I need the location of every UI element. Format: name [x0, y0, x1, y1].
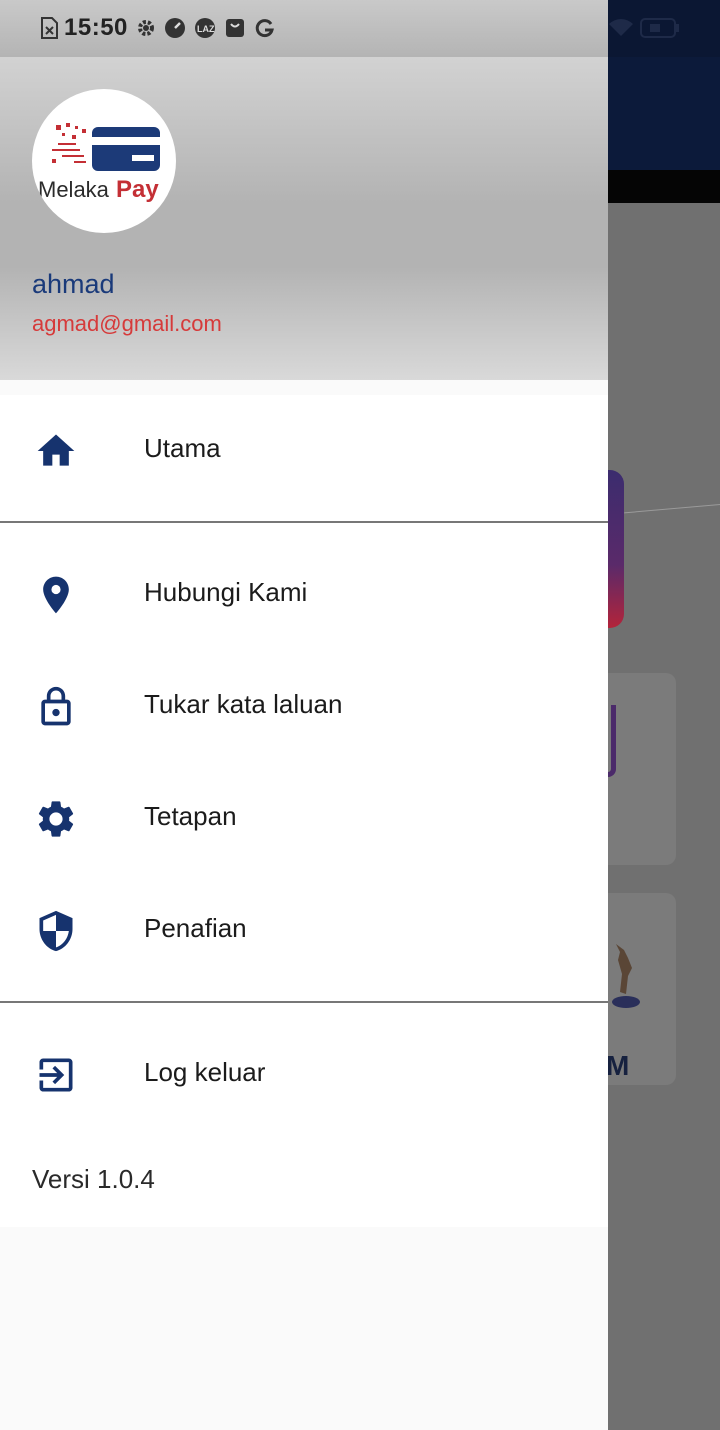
menu-item-label: Log keluar — [144, 1057, 266, 1087]
battery-icon — [640, 18, 679, 38]
user-email: agmad@gmail.com — [32, 311, 222, 336]
gear-icon — [38, 801, 74, 837]
menu-item-log-keluar[interactable]: Log keluar — [0, 1019, 608, 1131]
menu-item-label: Tetapan — [144, 801, 237, 831]
menu-item-utama[interactable]: Utama — [0, 395, 608, 507]
shield-icon — [39, 910, 73, 952]
notification-file-icon — [41, 17, 58, 39]
drawer-header: Melaka Pay ahmad agmad@gmail.com — [0, 57, 608, 380]
status-time: 15:50 — [64, 14, 128, 41]
status-bar-app-part — [608, 0, 720, 57]
bg-card-letter: M — [606, 1050, 630, 1081]
logo-text-pay: Pay — [116, 176, 159, 203]
status-bar: 15:50 LAZ — [0, 0, 720, 57]
menu-item-label: Utama — [144, 433, 221, 463]
svg-text:LAZ: LAZ — [197, 24, 215, 34]
menu-divider — [0, 1001, 608, 1003]
navigation-drawer: Melaka Pay ahmad agmad@gmail.com Utama H… — [0, 57, 608, 1430]
menu-item-label: Tukar kata laluan — [144, 689, 343, 719]
logo-text-melaka: Melaka — [38, 177, 110, 202]
menu-divider — [0, 521, 608, 523]
shopping-bag-icon — [226, 19, 244, 37]
home-icon — [37, 434, 75, 466]
wifi-icon — [609, 19, 633, 36]
lock-icon — [41, 686, 71, 726]
menu-item-label: Penafian — [144, 913, 247, 943]
user-name: ahmad — [32, 269, 115, 299]
bg-deer-emblem — [612, 944, 640, 1008]
lazada-icon: LAZ — [195, 18, 215, 38]
avatar[interactable]: Melaka Pay — [32, 89, 176, 233]
menu-item-label: Hubungi Kami — [144, 577, 308, 607]
melakapay-logo: Melaka Pay — [38, 123, 160, 203]
settings-notification-icon — [138, 20, 154, 36]
google-icon — [255, 19, 274, 38]
logout-icon — [39, 1058, 73, 1092]
menu-item-tukar-kata-laluan[interactable]: Tukar kata laluan — [0, 651, 608, 763]
app-version: Versi 1.0.4 — [32, 1164, 155, 1194]
menu-item-tetapan[interactable]: Tetapan — [0, 763, 608, 875]
speedometer-icon — [165, 18, 185, 38]
menu-item-penafian[interactable]: Penafian — [0, 875, 608, 987]
location-pin-icon — [43, 576, 69, 614]
menu-item-hubungi-kami[interactable]: Hubungi Kami — [0, 539, 608, 651]
